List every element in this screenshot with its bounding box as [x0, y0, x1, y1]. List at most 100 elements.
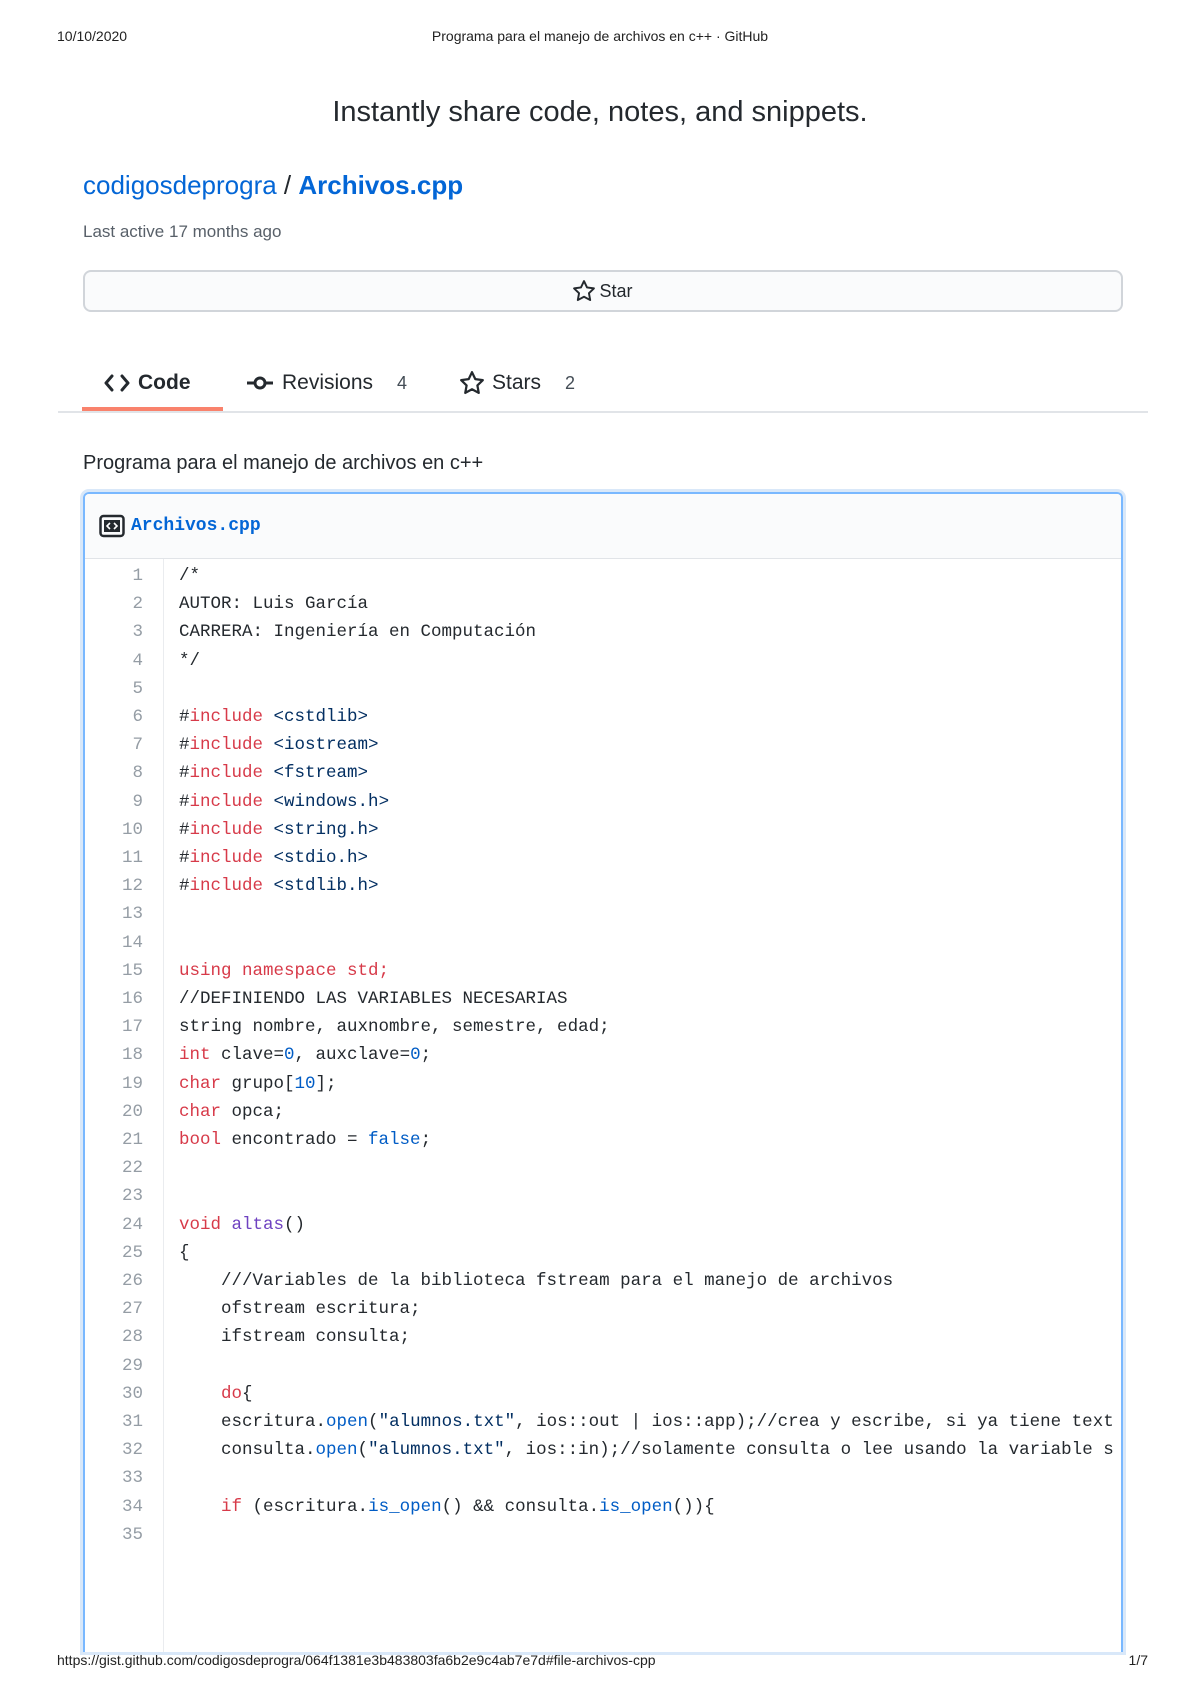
line-source: //DEFINIENDO LAS VARIABLES NECESARIAS [179, 989, 568, 1009]
code-token: AUTOR: Luis García [179, 594, 369, 615]
code-token: char [179, 1101, 222, 1122]
print-header: 10/10/2020 Programa para el manejo de ar… [0, 28, 1200, 48]
line-number[interactable]: 14 [85, 933, 143, 953]
code-token: { [179, 1242, 190, 1263]
line-number[interactable]: 20 [85, 1102, 143, 1122]
line-number[interactable]: 28 [85, 1327, 143, 1347]
stars-count: 2 [565, 372, 576, 393]
tab-stars-label: Stars [492, 371, 542, 394]
code-token: ofstream escritura; [179, 1299, 421, 1320]
code-token: ]; [315, 1073, 337, 1094]
code-token: <stdio.h> [273, 848, 369, 868]
line-number[interactable]: 22 [85, 1158, 143, 1178]
line-number[interactable]: 29 [85, 1356, 143, 1376]
line-number[interactable]: 7 [85, 735, 143, 755]
line-number[interactable]: 35 [85, 1525, 143, 1545]
code-line: 10 #include <string.h> [85, 815, 1121, 845]
line-number[interactable]: 27 [85, 1299, 143, 1319]
file-name-link[interactable]: Archivos.cpp [131, 516, 261, 536]
line-number[interactable]: 23 [85, 1186, 143, 1206]
star-button-label: Star [599, 280, 633, 301]
code-line: 30 do{ [85, 1379, 1121, 1409]
line-number[interactable]: 13 [85, 904, 143, 924]
tab-revisions[interactable]: Revisions 4 [246, 355, 407, 411]
line-number[interactable]: 2 [85, 594, 143, 614]
tagline: Instantly share code, notes, and snippet… [332, 96, 868, 128]
line-number[interactable]: 4 [85, 651, 143, 671]
code-line: 34 if (escritura.is_open() && consulta.i… [85, 1492, 1121, 1522]
line-source: char grupo[10]; [179, 1074, 337, 1094]
code-line: 20 char opca; [85, 1097, 1121, 1127]
star-button[interactable]: Star [83, 270, 1123, 312]
line-number[interactable]: 11 [85, 848, 143, 868]
line-number[interactable]: 30 [85, 1384, 143, 1404]
code-token: <fstream> [273, 763, 369, 784]
line-number[interactable]: 31 [85, 1412, 143, 1432]
code-token: , ios::out | ios::app);//crea y escribe,… [515, 1412, 1114, 1432]
print-page-number: 1/7 [1128, 1652, 1148, 1668]
line-source: /* [179, 566, 200, 586]
code-line: 2 AUTOR: Luis García [85, 589, 1121, 619]
owner-link[interactable]: codigosdeprogra [83, 170, 277, 200]
line-source: ofstream escritura; [179, 1299, 421, 1319]
line-number[interactable]: 17 [85, 1017, 143, 1037]
code-token: include [189, 819, 264, 840]
line-number[interactable]: 21 [85, 1130, 143, 1150]
code-line: 25 { [85, 1238, 1121, 1268]
line-number[interactable]: 5 [85, 679, 143, 699]
line-number[interactable]: 1 [85, 566, 143, 586]
gist-filename-link[interactable]: Archivos.cpp [298, 170, 463, 200]
line-number[interactable]: 18 [85, 1045, 143, 1065]
code-line: 27 ofstream escritura; [85, 1294, 1121, 1324]
code-line: 12 #include <stdlib.h> [85, 871, 1121, 901]
tab-code-label: Code [138, 371, 191, 394]
code-token: <stdlib.h> [273, 876, 379, 897]
code-token: char [179, 1073, 222, 1094]
line-source: void altas() [179, 1215, 305, 1235]
code-token: open [326, 1412, 369, 1432]
code-line: 22 [85, 1153, 1121, 1183]
line-number[interactable]: 19 [85, 1074, 143, 1094]
print-footer: https://gist.github.com/codigosdeprogra/… [0, 1652, 1200, 1672]
code-token: 0 [284, 1045, 295, 1066]
code-line: 18 int clave=0, auxclave=0; [85, 1040, 1121, 1070]
line-number[interactable]: 25 [85, 1243, 143, 1263]
line-number[interactable]: 8 [85, 763, 143, 783]
line-number[interactable]: 16 [85, 989, 143, 1009]
print-page-title: Programa para el manejo de archivos en c… [431, 28, 769, 44]
code-token: () && consulta. [441, 1496, 600, 1517]
line-number[interactable]: 15 [85, 961, 143, 981]
code-token: CARRERA: Ingeniería en Computación [179, 622, 537, 643]
code-line: 17 string nombre, auxnombre, semestre, ed… [85, 1012, 1121, 1042]
line-number[interactable]: 6 [85, 707, 143, 727]
code-token: "alumnos.txt" [378, 1412, 516, 1432]
line-source: { [179, 1243, 190, 1263]
line-number[interactable]: 10 [85, 820, 143, 840]
line-number[interactable]: 32 [85, 1440, 143, 1460]
code-token: # [179, 848, 190, 868]
line-number[interactable]: 12 [85, 876, 143, 896]
line-source: #include <string.h> [179, 820, 379, 840]
file-header: Archivos.cpp [85, 494, 1121, 559]
code-line: 3 CARRERA: Ingeniería en Computación [85, 617, 1121, 647]
last-active: Last active 17 months ago [83, 222, 282, 241]
code-token: <iostream> [273, 735, 379, 756]
tab-code[interactable]: Code [104, 355, 191, 411]
code-token: altas [231, 1214, 285, 1235]
line-number[interactable]: 34 [85, 1497, 143, 1517]
code-line: 8 #include <fstream> [85, 758, 1121, 788]
tab-stars[interactable]: Stars 2 [460, 355, 575, 411]
line-number[interactable]: 26 [85, 1271, 143, 1291]
line-source: #include <stdio.h> [179, 848, 368, 868]
line-number[interactable]: 33 [85, 1468, 143, 1488]
line-number[interactable]: 9 [85, 792, 143, 812]
line-number[interactable]: 3 [85, 622, 143, 642]
code-token: /* [179, 566, 201, 586]
line-number[interactable]: 24 [85, 1215, 143, 1235]
code-token: 0 [410, 1045, 421, 1066]
code-token: using namespace std; [179, 960, 390, 981]
